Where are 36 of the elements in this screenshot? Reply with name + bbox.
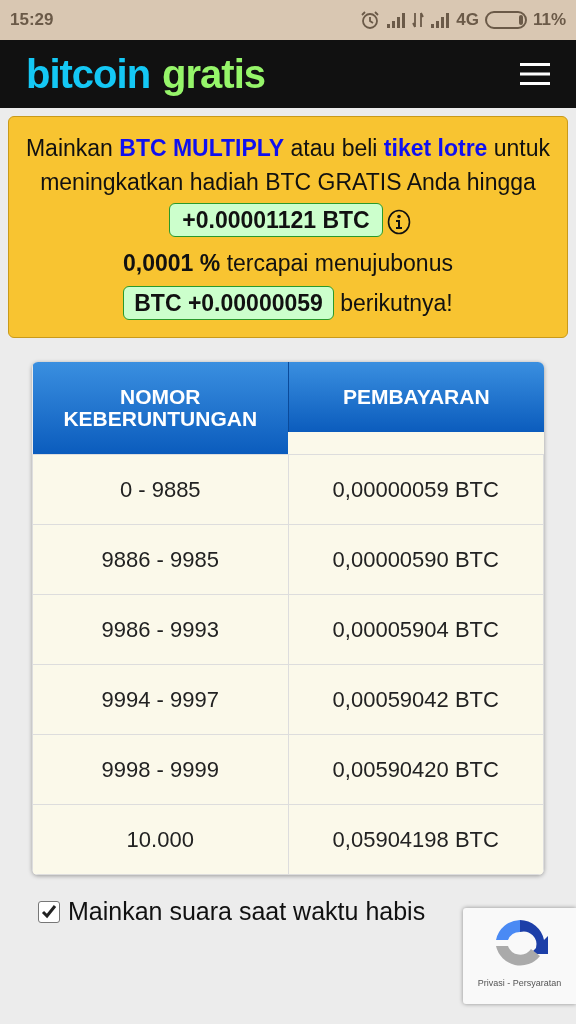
bonus-suffix: berikutnya! [340, 290, 453, 316]
logo-text[interactable]: gratis [162, 51, 266, 97]
column-header: PEMBAYARAN [288, 362, 544, 432]
reward-amount: +0.00001121 BTC [169, 203, 383, 237]
data-transfer-icon [412, 11, 425, 29]
alarm-icon [360, 10, 381, 30]
table-cell: 0,00000059 BTC [288, 454, 544, 525]
table-cell: 0,05904198 BTC [288, 804, 544, 875]
table-cell: 9986 - 9993 [32, 594, 288, 665]
progress-percent: 0,0001 % [123, 250, 221, 276]
battery-percent: 11% [532, 10, 566, 30]
table-cell: 0,00059042 BTC [288, 664, 544, 735]
network-type: 4G [456, 10, 479, 30]
column-header: NOMOR KEBERUNTUNGAN [32, 362, 288, 454]
table-cell: 9998 - 9999 [32, 734, 288, 805]
table-cell: 0 - 9885 [32, 454, 288, 525]
recaptcha-links[interactable]: Privasi - Persyaratan [477, 978, 562, 988]
info-icon[interactable] [386, 208, 411, 235]
menu-icon[interactable] [520, 62, 550, 86]
recaptcha-badge[interactable]: Privasi - Persyaratan [463, 908, 576, 1004]
progress-text: tercapai menujubonus [226, 250, 453, 276]
table-cell: 0,00000590 BTC [288, 524, 544, 595]
checkbox[interactable] [38, 900, 60, 923]
table-cell: 9994 - 9997 [32, 664, 288, 735]
promo-text: Mainkan BTC MULTIPLY atau beli tiket lotre untuk meningkatkan hadiah BTC GRATIS Anda hingga [24, 134, 552, 197]
signal-icon [386, 12, 407, 28]
status-time: 15:29 [10, 10, 54, 30]
table-cell: 0,00005904 BTC [288, 594, 544, 665]
table-cell: 9886 - 9985 [32, 524, 288, 595]
battery-icon [484, 11, 527, 29]
table-cell: 0,00590420 BTC [288, 734, 544, 805]
signal-icon [430, 12, 451, 28]
logo-text[interactable]: bitcoin [26, 51, 151, 97]
bonus-amount: BTC +0.00000059 [123, 286, 334, 320]
checkbox-label[interactable]: Mainkan suara saat waktu habis [68, 897, 426, 926]
table-cell: 10.000 [32, 804, 288, 875]
